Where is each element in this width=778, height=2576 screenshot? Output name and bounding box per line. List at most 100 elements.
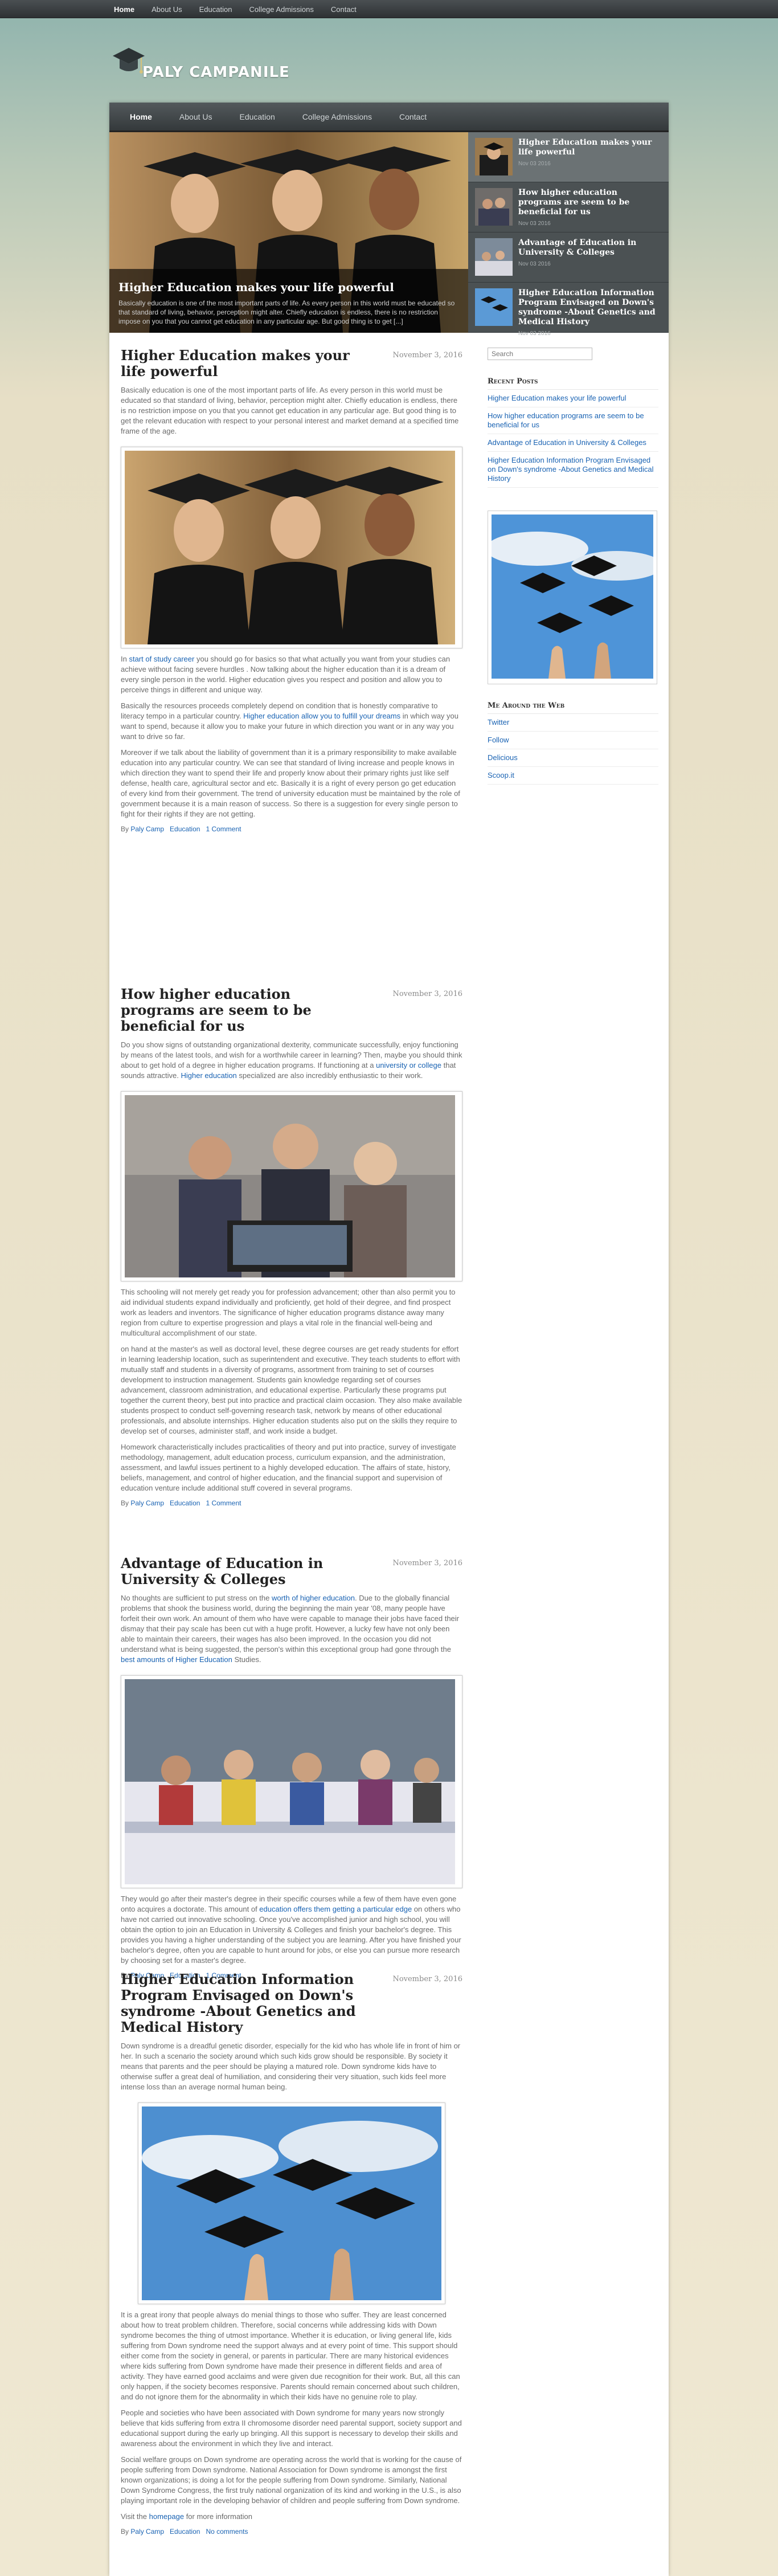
top-nav-home[interactable]: Home [114,5,134,14]
recent-post-link[interactable]: Higher Education makes your life powerfu… [488,390,658,407]
scoopit-link[interactable]: Scoop.it [488,767,658,785]
top-nav-contact[interactable]: Contact [331,5,357,14]
delicious-link[interactable]: Delicious [488,749,658,767]
post: Higher Education makes your life powerfu… [121,348,462,833]
slider-thumbnail [475,188,513,226]
search-input[interactable] [488,348,592,360]
post-link[interactable]: worth of higher education [272,1594,355,1602]
recent-post-link[interactable]: Advantage of Education in University & C… [488,434,658,452]
text: . Due to the globally financial problems… [121,1594,460,1654]
main-nav-home[interactable]: Home [130,112,152,121]
author-link[interactable]: Paly Camp [130,2528,164,2536]
slider-item-date: Nov 03 2016 [518,161,551,167]
follow-link[interactable]: Follow [488,732,658,749]
post-paragraph: Moreover if we talk about the liability … [121,748,460,818]
slider-item[interactable]: Higher Education makes your life powerfu… [468,132,669,182]
post-paragraph: Do you show signs of outstanding organiz… [121,1040,462,1081]
post-link[interactable]: university or college [376,1061,441,1069]
recent-posts-list: Higher Education makes your life powerfu… [488,390,658,488]
slider-nav: Higher Education makes your life powerfu… [468,132,669,337]
recent-post-link[interactable]: Higher Education Information Program Env… [488,452,658,488]
slider-item-date: Nov 03 2016 [518,330,551,337]
post-paragraph: on hand at the master's as well as docto… [121,1345,462,1435]
category-link[interactable]: Education [170,2528,200,2536]
category-link[interactable]: Education [170,1499,200,1507]
slider-item[interactable]: How higher education programs are seem t… [468,182,669,232]
recent-posts-title: Recent Posts [488,377,658,390]
slider-thumbnail [475,138,513,175]
slider-thumbnail [475,288,513,326]
around-web-list: Twitter Follow Delicious Scoop.it [488,714,658,785]
post-link[interactable]: Higher education allow you to fulfill yo… [243,712,400,720]
top-nav: Home About Us Education College Admissio… [114,0,778,18]
main-nav-education[interactable]: Education [240,112,275,121]
slider-item[interactable]: Higher Education Information Program Env… [468,283,669,337]
caps-in-sky-photo [142,2106,441,2300]
hero-title[interactable]: Higher Education makes your life powerfu… [118,280,459,294]
slider-thumbnail [475,238,513,276]
main-nav-about[interactable]: About Us [179,112,212,121]
graduates-photo [125,451,455,644]
slider-item-title: Higher Education Information Program Env… [518,288,656,326]
post-paragraph: Down syndrome is a dreadful genetic diso… [121,2042,461,2091]
post-link[interactable]: education offers them getting a particul… [259,1905,412,1913]
site-logo[interactable]: PALY CAMPANILE [112,43,294,89]
post-title[interactable]: Higher Education makes your life powerfu… [121,348,366,379]
slider-item[interactable]: Advantage of Education in University & C… [468,232,669,283]
author-link[interactable]: Paly Camp [130,825,164,833]
slider-item-title: How higher education programs are seem t… [518,188,630,217]
hero-excerpt: Basically education is one of the most i… [118,299,455,325]
classroom-photo [125,1679,455,1884]
comments-link[interactable]: No comments [206,2528,248,2536]
text: Studies. [232,1655,261,1664]
top-nav-about[interactable]: About Us [151,5,182,14]
caps-in-sky-photo [486,515,662,679]
post-paragraph: Visit the homepage for more information [121,2512,462,2522]
post-paragraph: They would go after their master's degre… [121,1894,462,1966]
post-title[interactable]: Higher Education Information Program Env… [121,1971,366,2035]
post-image [138,2103,445,2304]
post-date: November 3, 2016 [392,351,462,360]
top-nav-admissions[interactable]: College Admissions [249,5,313,14]
post-image [121,447,462,648]
post-paragraph: Homework characteristically includes pra… [121,1443,456,1492]
text: for more information [184,2512,253,2521]
comments-link[interactable]: 1 Comment [206,825,241,833]
twitter-link[interactable]: Twitter [488,714,658,732]
post-paragraph: It is a great irony that people always d… [121,2310,460,2401]
top-bar: Home About Us Education College Admissio… [0,0,778,18]
top-nav-education[interactable]: Education [199,5,232,14]
post-link[interactable]: Higher education [181,1071,237,1080]
post-meta: By Paly Camp Education 1 Comment [121,1499,462,1507]
post-paragraph: Basically education is one of the most i… [121,386,459,435]
post-link[interactable]: start of study career [129,655,194,663]
sidebar-image [486,511,662,684]
post-paragraph: People and societies who have been assoc… [121,2408,462,2448]
comments-link[interactable]: 1 Comment [206,1499,241,1507]
post-link[interactable]: best amounts of Higher Education [121,1655,232,1664]
text: In [121,655,129,663]
hero-slide[interactable]: Higher Education makes your life powerfu… [109,132,468,333]
around-web-title: Me Around the Web [488,701,658,714]
post: Advantage of Education in University & C… [121,1556,462,1979]
homepage-link[interactable]: homepage [149,2512,184,2521]
page-wrapper: Home About Us Education College Admissio… [109,103,669,2576]
post-date: November 3, 2016 [392,1975,462,1983]
author-link[interactable]: Paly Camp [130,1499,164,1507]
recent-post-link[interactable]: How higher education programs are seem t… [488,407,658,434]
post-paragraph: Basically the resources proceeds complet… [121,701,462,742]
slider-item-title: Advantage of Education in University & C… [518,238,637,257]
post-date: November 3, 2016 [392,1559,462,1567]
post-date: November 3, 2016 [392,990,462,998]
main-nav-admissions[interactable]: College Admissions [302,112,372,121]
main-nav-contact[interactable]: Contact [399,112,427,121]
featured-slider: Higher Education makes your life powerfu… [109,132,669,337]
post-image [121,1091,462,1281]
post-meta: By Paly Camp Education 1 Comment [121,825,462,833]
post-title[interactable]: Advantage of Education in University & C… [121,1556,366,1587]
post-title[interactable]: How higher education programs are seem t… [121,986,366,1034]
sidebar: Recent Posts Higher Education makes your… [486,348,662,785]
meta-by: By [121,2528,131,2536]
category-link[interactable]: Education [170,825,200,833]
text: on others who have not carried out innov… [121,1905,461,1965]
